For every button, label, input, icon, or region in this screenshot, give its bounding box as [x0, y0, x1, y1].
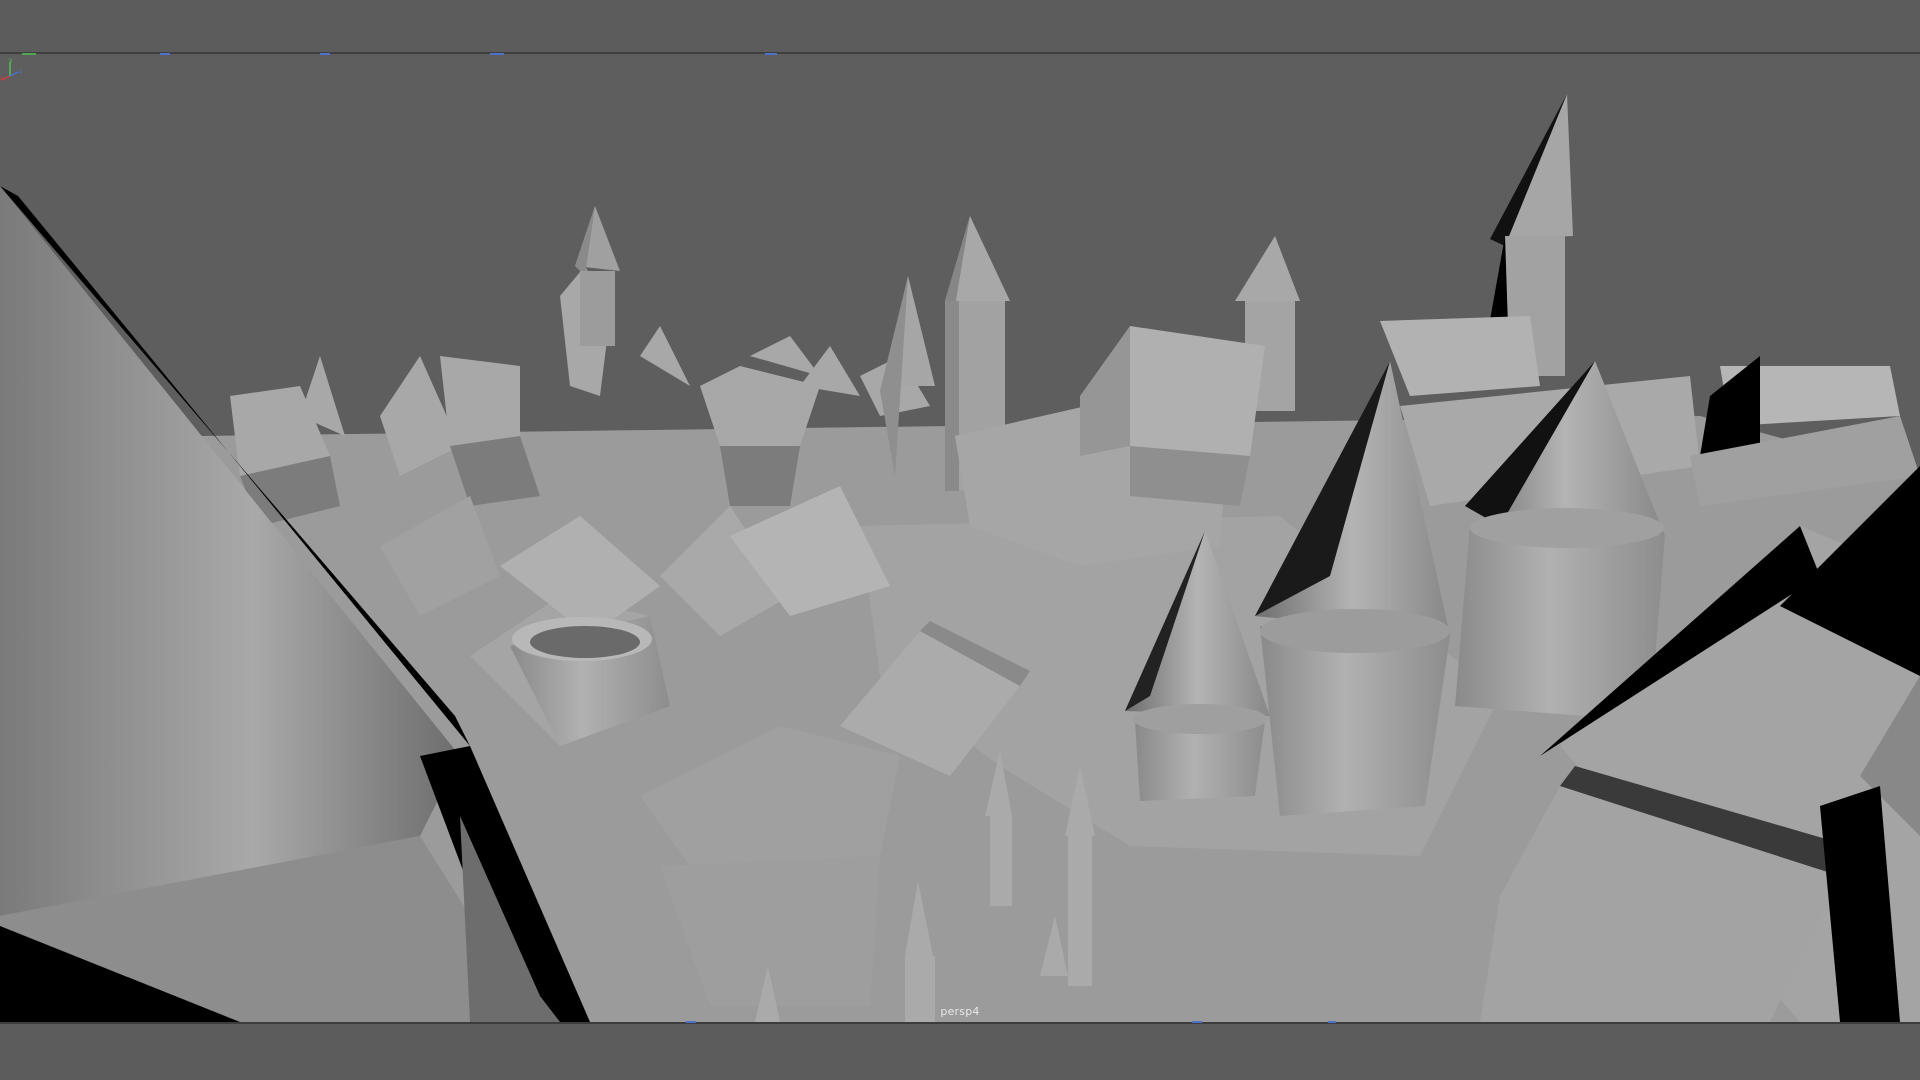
svg-text:y: y: [9, 57, 13, 64]
right-center-spire: [1235, 236, 1300, 301]
timeline-marker: [686, 1021, 696, 1023]
toolbar-marker: [320, 53, 330, 55]
viewport-scene[interactable]: [0, 56, 1920, 1022]
axis-gizmo-icon: x y z: [0, 57, 22, 82]
camera-name-label: persp4: [940, 1005, 980, 1018]
viewport-toolbar-area: [0, 0, 1920, 52]
toolbar-marker: [160, 53, 170, 55]
toolbar-marker: [22, 53, 36, 55]
top-divider: [0, 52, 1920, 54]
svg-text:x: x: [0, 75, 4, 82]
timeline-marker: [1328, 1021, 1336, 1023]
timeline-marker: [1192, 1021, 1202, 1023]
3d-viewport-persp[interactable]: x y z: [0, 56, 1920, 1022]
svg-text:z: z: [19, 68, 22, 75]
bottom-panel: [0, 1024, 1920, 1080]
maya-application: x y z persp4: [0, 0, 1920, 1080]
roof-cluster-right: [1380, 316, 1540, 396]
toolbar-marker: [490, 53, 504, 55]
toolbar-marker: [765, 53, 777, 55]
